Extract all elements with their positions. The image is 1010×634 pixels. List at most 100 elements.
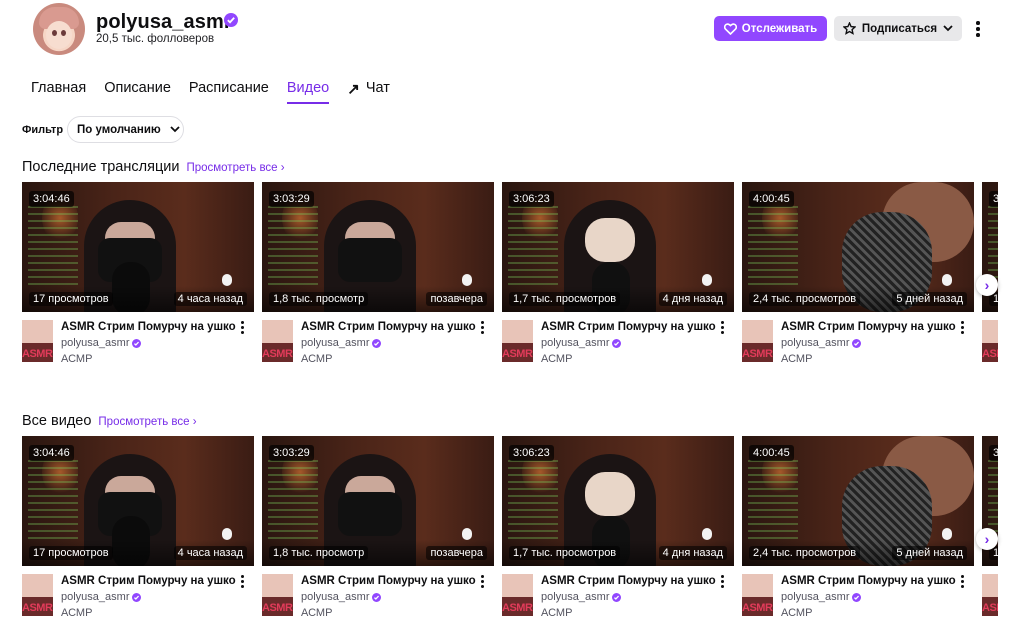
filter-dropdown[interactable]: По умолчанию — [67, 116, 184, 143]
video-meta: ASMR ASMR Стрим Помурчу на ушко polyusa_as… — [22, 566, 254, 628]
video-meta: ASMR ASMR Стрим Помурчу на ушко polyusa_as… — [262, 312, 494, 374]
tab-videos[interactable]: Видео — [286, 80, 330, 104]
video-channel[interactable]: polyusa_asmr — [781, 591, 862, 603]
carousel-next-button[interactable]: › — [976, 274, 998, 296]
all-videos-section: Все видео Просмотреть все › 3:04:46 17 пр… — [0, 413, 1010, 634]
view-all-link[interactable]: Просмотреть все › — [98, 416, 196, 428]
channel-avatar-thumb[interactable]: ASMR — [742, 320, 773, 362]
video-thumbnail[interactable]: 3:04:46 17 просмотров 4 часа назад — [22, 436, 254, 566]
dot — [240, 580, 244, 583]
tab-chat[interactable]: ↗ Чат — [347, 80, 390, 104]
channel-avatar-thumb[interactable]: ASMR — [502, 574, 533, 616]
video-category[interactable]: АСМР — [781, 353, 812, 365]
video-options-button[interactable] — [479, 575, 485, 589]
dot — [720, 321, 724, 324]
video-title[interactable]: ASMR Стрим Помурчу на ушко — [541, 575, 719, 587]
video-title[interactable]: ASMR Стрим Помурчу на ушко — [61, 321, 239, 333]
video-title[interactable]: ASMR Стрим Помурчу на ушко — [541, 321, 719, 333]
section-title: Последние трансляции — [22, 159, 180, 175]
verified-badge-icon — [852, 338, 862, 348]
dot — [720, 331, 724, 334]
video-category[interactable]: АСМР — [541, 607, 572, 619]
video-thumbnail[interactable]: 3:03:29 1,8 тыс. просмотр позавчера — [262, 182, 494, 312]
video-options-button[interactable] — [959, 575, 965, 589]
video-channel[interactable]: polyusa_asmr — [61, 337, 142, 349]
channel-avatar-thumb[interactable]: ASMR — [982, 320, 998, 362]
video-card[interactable]: 3:06:23 1,7 тыс. просмотров 4 дня назад ASM… — [502, 182, 734, 374]
subscribe-button[interactable]: Подписаться — [834, 16, 962, 41]
video-options-button[interactable] — [479, 321, 485, 335]
video-title[interactable]: ASMR Стрим Помурчу на ушко — [781, 321, 959, 333]
video-card[interactable]: 4:00:45 2,4 тыс. просмотров 5 дней назад AS… — [742, 436, 974, 628]
video-card[interactable]: 3:04:4617 просмотров4 часа назадASMRASMR… — [22, 436, 254, 628]
video-category[interactable]: АСМР — [781, 607, 812, 619]
video-title[interactable]: ASMR Стрим Помурчу на ушко — [781, 575, 959, 587]
more-options-button[interactable] — [969, 18, 987, 40]
video-thumbnail[interactable]: 3:06:23 1,7 тыс. просмотров 4 дня назад — [502, 182, 734, 312]
dot — [720, 575, 724, 578]
video-channel[interactable]: polyusa_asmr — [301, 591, 382, 603]
channel-avatar-thumb[interactable]: ASMR — [982, 574, 998, 616]
video-channel[interactable]: polyusa_asmr — [541, 591, 622, 603]
duration-badge: 3:03:29 — [269, 445, 314, 461]
video-options-button[interactable] — [959, 321, 965, 335]
video-options-button[interactable] — [719, 321, 725, 335]
video-options-button[interactable] — [239, 321, 245, 335]
video-title[interactable]: ASMR Стрим Помурчу на ушко — [301, 321, 479, 333]
channel-name[interactable]: polyusa_asmr — [96, 11, 232, 34]
video-channel[interactable]: polyusa_asmr — [541, 337, 622, 349]
video-channel-name: polyusa_asmr — [781, 337, 850, 349]
carousel-next-button[interactable]: › — [976, 528, 998, 550]
dot — [480, 585, 484, 588]
channel-avatar[interactable] — [33, 3, 85, 55]
duration-badge: 3:04:46 — [989, 445, 998, 461]
duration-badge: 4:00:45 — [749, 445, 794, 461]
view-all-link[interactable]: Просмотреть все › — [186, 162, 284, 174]
video-options-button[interactable] — [239, 575, 245, 589]
video-thumbnail[interactable]: 3:06:23 1,7 тыс. просмотров 4 дня назад — [502, 436, 734, 566]
view-count: 1,8 тыс. просмотр — [269, 292, 369, 306]
video-card[interactable]: 3:03:29 1,8 тыс. просмотр позавчера ASMR ASM… — [262, 436, 494, 628]
view-all-label: Просмотреть все — [186, 162, 278, 174]
video-thumbnail[interactable]: 4:00:45 2,4 тыс. просмотров 5 дней назад — [742, 182, 974, 312]
duration-badge: 3:04:46 — [29, 191, 74, 207]
video-card[interactable]: 3:03:29 1,8 тыс. просмотр позавчера ASMR ASM… — [262, 182, 494, 374]
video-channel[interactable]: polyusa_asmr — [61, 591, 142, 603]
thumb-chat-overlay — [268, 460, 318, 540]
video-title[interactable]: ASMR Стрим Помурчу на ушко — [61, 575, 239, 587]
video-title[interactable]: ASMR Стрим Помурчу на ушко — [301, 575, 479, 587]
dot — [480, 326, 484, 329]
channel-avatar-thumb[interactable]: ASMR — [22, 320, 53, 362]
video-channel[interactable]: polyusa_asmr — [781, 337, 862, 349]
video-card[interactable]: 4:00:45 2,4 тыс. просмотров 5 дней назад AS… — [742, 182, 974, 374]
channel-avatar-thumb[interactable]: ASMR — [502, 320, 533, 362]
video-category[interactable]: АСМР — [61, 353, 92, 365]
channel-avatar-thumb[interactable]: ASMR — [262, 320, 293, 362]
video-card[interactable]: 3:06:23 1,7 тыс. просмотров 4 дня назад ASM… — [502, 436, 734, 628]
tab-about[interactable]: Описание — [104, 80, 171, 104]
view-count: 2,4 тыс. просмотров — [749, 546, 861, 560]
follow-button[interactable]: Отслеживать — [714, 16, 827, 41]
video-category[interactable]: АСМР — [301, 353, 332, 365]
channel-avatar-thumb[interactable]: ASMR — [22, 574, 53, 616]
video-channel-name: polyusa_asmr — [541, 591, 610, 603]
arrow-up-right-icon: ↗ — [347, 81, 360, 98]
tab-schedule[interactable]: Расписание — [189, 80, 269, 104]
verified-badge-icon — [224, 13, 238, 27]
video-thumbnail[interactable]: 3:03:29 1,8 тыс. просмотр позавчера — [262, 436, 494, 566]
video-channel[interactable]: polyusa_asmr — [301, 337, 382, 349]
video-options-button[interactable] — [719, 575, 725, 589]
dot — [240, 326, 244, 329]
video-thumbnail[interactable]: 3:04:46 17 просмотров 4 часа назад — [22, 182, 254, 312]
tab-home[interactable]: Главная — [31, 80, 86, 104]
channel-avatar-thumb[interactable]: ASMR — [262, 574, 293, 616]
video-category[interactable]: АСМР — [541, 353, 572, 365]
video-category[interactable]: АСМР — [61, 607, 92, 619]
video-meta: ASMR ASMR Стрим Помурчу на ушко polyusa_as… — [742, 566, 974, 628]
video-category[interactable]: АСМР — [301, 607, 332, 619]
thumb-bunny — [462, 274, 472, 286]
video-thumbnail[interactable]: 4:00:45 2,4 тыс. просмотров 5 дней назад — [742, 436, 974, 566]
video-card[interactable]: 3:04:4617 просмотров4 часа назад ASMR ASMR… — [22, 182, 254, 374]
video-meta: ASMR ASMR Стрим Помурчу на ушко polyusa_as… — [742, 312, 974, 374]
channel-avatar-thumb[interactable]: ASMR — [742, 574, 773, 616]
